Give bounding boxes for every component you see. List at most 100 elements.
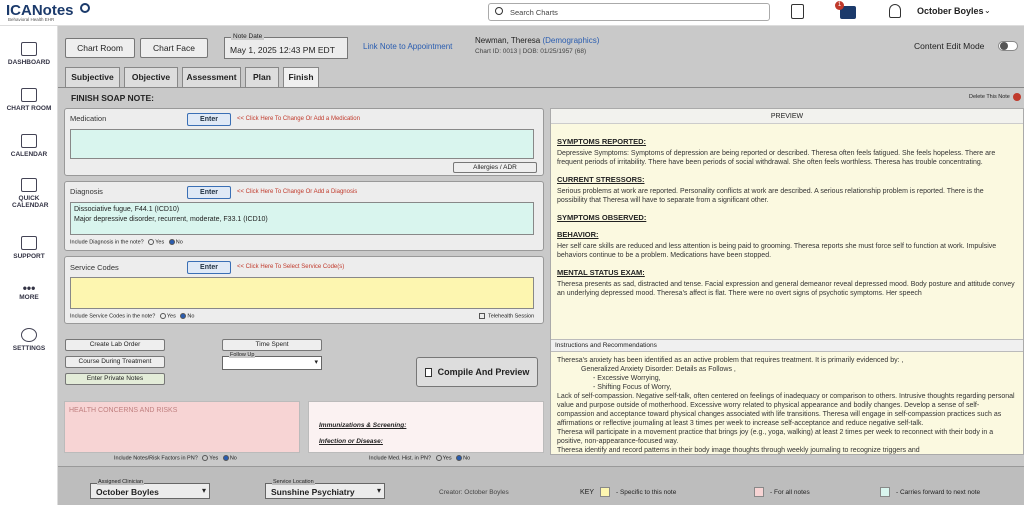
bell-icon[interactable] bbox=[889, 4, 901, 18]
chevron-down-icon[interactable]: ⌄ bbox=[984, 6, 991, 15]
clinician-label: Assigned Clinician bbox=[97, 479, 144, 485]
sidebar-item-quick-calendar[interactable]: QUICK CALENDAR bbox=[0, 178, 58, 209]
immunizations-heading: Immunizations & Screening: bbox=[319, 422, 407, 429]
medical-history-field[interactable]: Immunizations & Screening: Infection or … bbox=[308, 401, 544, 453]
content-edit-toggle[interactable] bbox=[998, 41, 1018, 51]
diagnosis-enter-button[interactable]: Enter bbox=[187, 186, 231, 199]
search-input[interactable]: Search Charts bbox=[510, 8, 558, 17]
medication-hint: << Click Here To Change Or Add a Medicat… bbox=[237, 116, 360, 122]
diagnosis-panel: Diagnosis Enter << Click Here To Change … bbox=[64, 181, 544, 251]
yes-label: Yes bbox=[442, 455, 452, 462]
include-diagnosis-label: Include Diagnosis in the note? bbox=[70, 239, 144, 246]
service-enter-button[interactable]: Enter bbox=[187, 261, 231, 274]
sidebar-item-dashboard[interactable]: DASHBOARD bbox=[0, 42, 58, 66]
tab-assessment[interactable]: Assessment bbox=[182, 67, 241, 87]
mental-status-text: Theresa presents as sad, distracted and … bbox=[557, 281, 1015, 297]
diagnosis-no-radio[interactable] bbox=[168, 239, 175, 245]
medhist-yes-radio[interactable] bbox=[435, 455, 442, 461]
compile-preview-button[interactable]: Compile And Preview bbox=[416, 357, 538, 387]
link-note-link[interactable]: Link Note to Appointment bbox=[363, 42, 452, 51]
enter-label: Enter bbox=[200, 116, 218, 123]
service-no-radio[interactable] bbox=[180, 313, 187, 319]
demographics-link[interactable]: (Demographics) bbox=[542, 36, 599, 45]
service-location-select[interactable]: Service Location Sunshine Psychiatry ▾ bbox=[265, 479, 385, 499]
enter-private-notes-button[interactable]: Enter Private Notes bbox=[65, 373, 165, 385]
follow-up-label: Follow Up bbox=[229, 352, 256, 358]
include-risk-label: Include Notes/Risk Factors in PN? bbox=[114, 455, 198, 462]
finish-title: FINISH SOAP NOTE: bbox=[71, 93, 154, 103]
sidebar-item-calendar[interactable]: CALENDAR bbox=[0, 134, 58, 158]
delete-icon[interactable] bbox=[1013, 93, 1021, 101]
note-date-box[interactable]: Note Date May 1, 2025 12:43 PM EDT bbox=[224, 33, 348, 59]
time-spent-button[interactable]: Time Spent bbox=[222, 339, 322, 351]
user-menu[interactable]: October Boyles bbox=[917, 6, 984, 16]
diagnosis-hint: << Click Here To Change Or Add a Diagnos… bbox=[237, 189, 358, 195]
notification-badge: 1 bbox=[835, 1, 844, 10]
telehealth-label: Telehealth Session bbox=[488, 313, 535, 320]
diagnosis-yes-radio[interactable] bbox=[148, 239, 155, 245]
no-label: No bbox=[175, 239, 183, 246]
risk-yes-radio[interactable] bbox=[202, 455, 209, 461]
current-stressors-heading: CURRENT STRESSORS: bbox=[557, 175, 645, 184]
service-panel: Service Codes Enter << Click Here To Sel… bbox=[64, 256, 544, 324]
telehealth-checkbox[interactable] bbox=[479, 313, 485, 319]
create-lab-order-button[interactable]: Create Lab Order bbox=[65, 339, 165, 351]
chart-face-button[interactable]: Chart Face bbox=[140, 38, 208, 58]
location-label: Service Location bbox=[272, 479, 315, 485]
medication-label: Medication bbox=[70, 114, 107, 123]
tab-subjective[interactable]: Subjective bbox=[65, 67, 120, 87]
diagnosis-field[interactable]: Dissociative fugue, F44.1 (ICD10) Major … bbox=[70, 202, 534, 235]
sidebar-item-label: SUPPORT bbox=[13, 253, 45, 260]
sidebar-item-more[interactable]: ••• MORE bbox=[0, 282, 58, 301]
service-field[interactable] bbox=[70, 277, 534, 309]
current-stressors-text: Serious problems at work are reported. P… bbox=[557, 188, 984, 204]
service-label: Service Codes bbox=[70, 263, 119, 272]
health-concerns-field[interactable]: HEALTH CONCERNS AND RISKS bbox=[64, 401, 300, 453]
key-swatch-teal bbox=[880, 487, 890, 497]
sidebar-item-label: QUICK CALENDAR bbox=[12, 195, 49, 209]
behavior-text: Her self care skills are reduced and les… bbox=[557, 243, 997, 259]
tab-objective[interactable]: Objective bbox=[124, 67, 178, 87]
allergies-button[interactable]: Allergies / ADR bbox=[453, 162, 537, 173]
service-yes-radio[interactable] bbox=[159, 313, 166, 319]
telehealth-checkbox-row[interactable]: Telehealth Session bbox=[479, 313, 534, 319]
chart-face-label: Chart Face bbox=[152, 43, 196, 53]
yes-label: Yes bbox=[166, 313, 176, 320]
mental-status-heading: MENTAL STATUS EXAM: bbox=[557, 268, 645, 277]
delete-note-link[interactable]: Delete This Note bbox=[969, 94, 1010, 100]
tab-finish[interactable]: Finish bbox=[283, 67, 319, 87]
note-date-label: Note Date bbox=[231, 33, 265, 40]
course-during-treatment-button[interactable]: Course During Treatment bbox=[65, 356, 165, 368]
tab-divider bbox=[58, 87, 1024, 88]
medhist-no-radio[interactable] bbox=[456, 455, 463, 461]
assigned-clinician-select[interactable]: Assigned Clinician October Boyles ▾ bbox=[90, 479, 210, 499]
include-service: Include Service Codes in the note? Yes N… bbox=[70, 313, 194, 319]
include-risk: Include Notes/Risk Factors in PN? Yes No bbox=[114, 455, 237, 461]
building-icon bbox=[21, 88, 37, 102]
instruction-line: - Excessive Worrying, bbox=[593, 375, 661, 382]
patient-header: Newman, Theresa (Demographics) bbox=[475, 36, 599, 45]
instruction-line: Lack of self-compassion. Negative self-t… bbox=[557, 393, 1015, 427]
clinician-value: October Boyles bbox=[96, 487, 159, 497]
sidebar-item-settings[interactable]: SETTINGS bbox=[0, 328, 58, 352]
medication-field[interactable] bbox=[70, 129, 534, 159]
include-service-label: Include Service Codes in the note? bbox=[70, 313, 156, 320]
enter-label: Enter bbox=[200, 264, 218, 271]
sidebar-item-support[interactable]: SUPPORT bbox=[0, 236, 58, 260]
sidebar-item-chart-room[interactable]: CHART ROOM bbox=[0, 88, 58, 112]
search-box[interactable]: Search Charts bbox=[488, 3, 770, 21]
gear-icon bbox=[21, 328, 37, 342]
tab-plan[interactable]: Plan bbox=[245, 67, 279, 87]
symptoms-reported-text: Depressive Symptoms: Symptoms of depress… bbox=[557, 150, 996, 166]
chart-info: Chart ID: 0013 | DOB: 01/25/1957 (68) bbox=[475, 48, 587, 55]
chart-room-button[interactable]: Chart Room bbox=[65, 38, 135, 58]
note-date-value[interactable]: May 1, 2025 12:43 PM EDT bbox=[230, 45, 335, 55]
follow-up-select[interactable]: Follow Up ▾ bbox=[222, 352, 322, 370]
include-diagnosis: Include Diagnosis in the note? Yes No bbox=[70, 239, 183, 245]
sidebar: DASHBOARD CHART ROOM CALENDAR QUICK CALE… bbox=[0, 26, 58, 505]
risk-no-radio[interactable] bbox=[222, 455, 229, 461]
instruction-line: Theresa's anxiety has been identified as… bbox=[557, 357, 904, 364]
scanner-icon[interactable] bbox=[791, 4, 804, 19]
calendar-icon bbox=[21, 134, 37, 148]
medication-enter-button[interactable]: Enter bbox=[187, 113, 231, 126]
